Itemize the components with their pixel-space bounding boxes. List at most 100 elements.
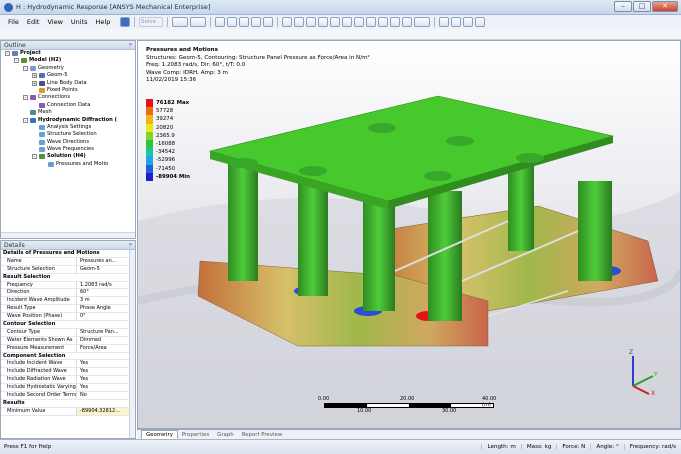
menu-units[interactable]: Units	[67, 18, 92, 26]
zoom-out-icon[interactable]	[318, 17, 328, 27]
details-row[interactable]: Incident Wave Amplitude 3 m	[1, 297, 129, 306]
pin-icon[interactable]: ᵖ	[129, 41, 132, 50]
tree-item[interactable]: - Geometry	[1, 65, 135, 72]
tree-item[interactable]: + Line Body Data	[1, 80, 135, 87]
details-row[interactable]: Direction 60°	[1, 289, 129, 298]
rotate-icon[interactable]	[282, 17, 292, 27]
details-row[interactable]: Include Diffracted Wave Yes	[1, 368, 129, 377]
details-row-value[interactable]: Yes	[77, 360, 129, 367]
details-row-value[interactable]: Dimmed	[77, 337, 129, 344]
details-row-value[interactable]: 0°	[77, 313, 129, 320]
details-row-value[interactable]: 1.2083 rad/s	[77, 282, 129, 289]
tree-item[interactable]: - Solution (H4)	[1, 153, 135, 160]
save-icon[interactable]	[120, 17, 130, 27]
view-options-icon[interactable]	[402, 17, 412, 27]
tree-item[interactable]: + Geom-5	[1, 72, 135, 79]
collapse-icon[interactable]: -	[14, 58, 19, 64]
details-row-value[interactable]: Yes	[77, 376, 129, 383]
details-row-value[interactable]: 3 m	[77, 297, 129, 304]
details-row-value[interactable]: 60°	[77, 289, 129, 296]
details-row-value[interactable]: Yes	[77, 368, 129, 375]
status-angle-unit[interactable]: Angle: °	[590, 444, 623, 450]
tree-item[interactable]: - Hydrodynamic Diffraction (	[1, 117, 135, 124]
select-icon[interactable]	[239, 17, 249, 27]
details-section-header[interactable]: Component Selection	[1, 352, 129, 361]
tree-item[interactable]: Mesh	[1, 109, 135, 116]
details-row[interactable]: Result Type Phase Angle	[1, 305, 129, 314]
details-row[interactable]: Pressure Measurement Force/Area	[1, 344, 129, 353]
iso-view-icon[interactable]	[366, 17, 376, 27]
select-all-icon[interactable]	[251, 17, 261, 27]
details-row[interactable]: Contour Type Structure Pan...	[1, 328, 129, 337]
details-row-value[interactable]: Geom-5	[77, 266, 129, 273]
solve-button[interactable]: Solve	[139, 17, 163, 27]
maximize-button[interactable]: □	[633, 1, 651, 12]
tree-item[interactable]: Connection Data	[1, 102, 135, 109]
tab-geometry[interactable]: Geometry	[141, 430, 178, 439]
tab-report-preview[interactable]: Report Preview	[238, 431, 287, 439]
zoom-icon[interactable]	[354, 17, 364, 27]
details-row-value[interactable]: Force/Area	[77, 345, 129, 352]
paste-icon[interactable]	[227, 17, 237, 27]
pan-icon[interactable]	[294, 17, 304, 27]
contour-icon[interactable]	[463, 17, 473, 27]
details-section-header[interactable]: Result Selection	[1, 273, 129, 282]
legend-icon[interactable]	[475, 17, 485, 27]
camera-dropdown-icon[interactable]	[414, 17, 430, 27]
tree-item[interactable]: Fixed Points	[1, 87, 135, 94]
view-undo-icon[interactable]	[378, 17, 388, 27]
details-row-value[interactable]: -89904.32812...	[77, 407, 129, 415]
tree-item[interactable]: Wave Frequencies	[1, 146, 135, 153]
collapse-icon[interactable]: -	[32, 154, 37, 160]
copy-icon[interactable]	[215, 17, 225, 27]
zoom-in-icon[interactable]	[306, 17, 316, 27]
details-row[interactable]: Include Incident Wave Yes	[1, 360, 129, 369]
details-row[interactable]: Frequency 1.2083 rad/s	[1, 281, 129, 290]
details-row-value[interactable]: Structure Pan...	[77, 329, 129, 336]
graphics-viewport[interactable]: Pressures and Motions Structures: Geom-5…	[137, 40, 681, 429]
tree-item[interactable]: Wave Directions	[1, 139, 135, 146]
details-row[interactable]: Name Pressures an...	[1, 257, 129, 266]
tab-properties[interactable]: Properties	[178, 431, 213, 439]
details-row[interactable]: Water Elements Shown As Dimmed	[1, 336, 129, 345]
tree-item[interactable]: Structure Selection	[1, 131, 135, 138]
zoom-fit-icon[interactable]	[342, 17, 352, 27]
collapse-icon[interactable]: -	[5, 51, 10, 56]
details-row[interactable]: Include Radiation Wave Yes	[1, 376, 129, 385]
status-mass-unit[interactable]: Mass: kg	[520, 444, 557, 450]
view-redo-icon[interactable]	[390, 17, 400, 27]
details-row-value[interactable]: No	[77, 392, 129, 399]
minimize-button[interactable]: –	[614, 1, 632, 12]
details-section-header[interactable]: Results	[1, 399, 129, 408]
collapse-icon[interactable]: -	[23, 65, 28, 71]
image-export-icon[interactable]	[190, 17, 206, 27]
expand-icon[interactable]: +	[32, 73, 37, 79]
tree-item[interactable]: Pressures and Motio	[1, 161, 135, 168]
shaded-icon[interactable]	[451, 17, 461, 27]
collapse-icon[interactable]: -	[23, 117, 28, 123]
details-row[interactable]: Structure Selection Geom-5	[1, 265, 129, 274]
contour-legend[interactable]: 76182 Max 57728 39274 20820 2365.9 -16088 -345…	[146, 99, 190, 181]
details-row[interactable]: Minimum Value -89904.32812...	[1, 407, 129, 416]
menu-edit[interactable]: Edit	[23, 18, 44, 26]
status-force-unit[interactable]: Force: N	[556, 444, 590, 450]
annotation-icon[interactable]	[172, 17, 188, 27]
outline-hscrollbar[interactable]	[1, 232, 135, 238]
tab-graph[interactable]: Graph	[213, 431, 238, 439]
zoom-box-icon[interactable]	[330, 17, 340, 27]
menu-help[interactable]: Help	[92, 18, 115, 26]
details-row-value[interactable]: Yes	[77, 384, 129, 391]
pin-icon[interactable]: ᵖ	[129, 241, 132, 250]
details-section-header[interactable]: Contour Selection	[1, 321, 129, 329]
details-scrollbar[interactable]	[129, 250, 135, 438]
tree-item[interactable]: Analysis Settings	[1, 124, 135, 131]
menu-view[interactable]: View	[43, 18, 66, 26]
menu-file[interactable]: File	[4, 18, 23, 26]
details-row-value[interactable]: Pressures an...	[77, 258, 129, 265]
status-frequency-unit[interactable]: Frequency: rad/s	[623, 444, 681, 450]
expand-icon[interactable]: +	[32, 80, 37, 86]
tree-item[interactable]: - Model (H2)	[1, 57, 135, 64]
status-length-unit[interactable]: Length: m	[481, 444, 520, 450]
deselect-icon[interactable]	[263, 17, 273, 27]
tree-item[interactable]: - Project	[1, 50, 135, 57]
